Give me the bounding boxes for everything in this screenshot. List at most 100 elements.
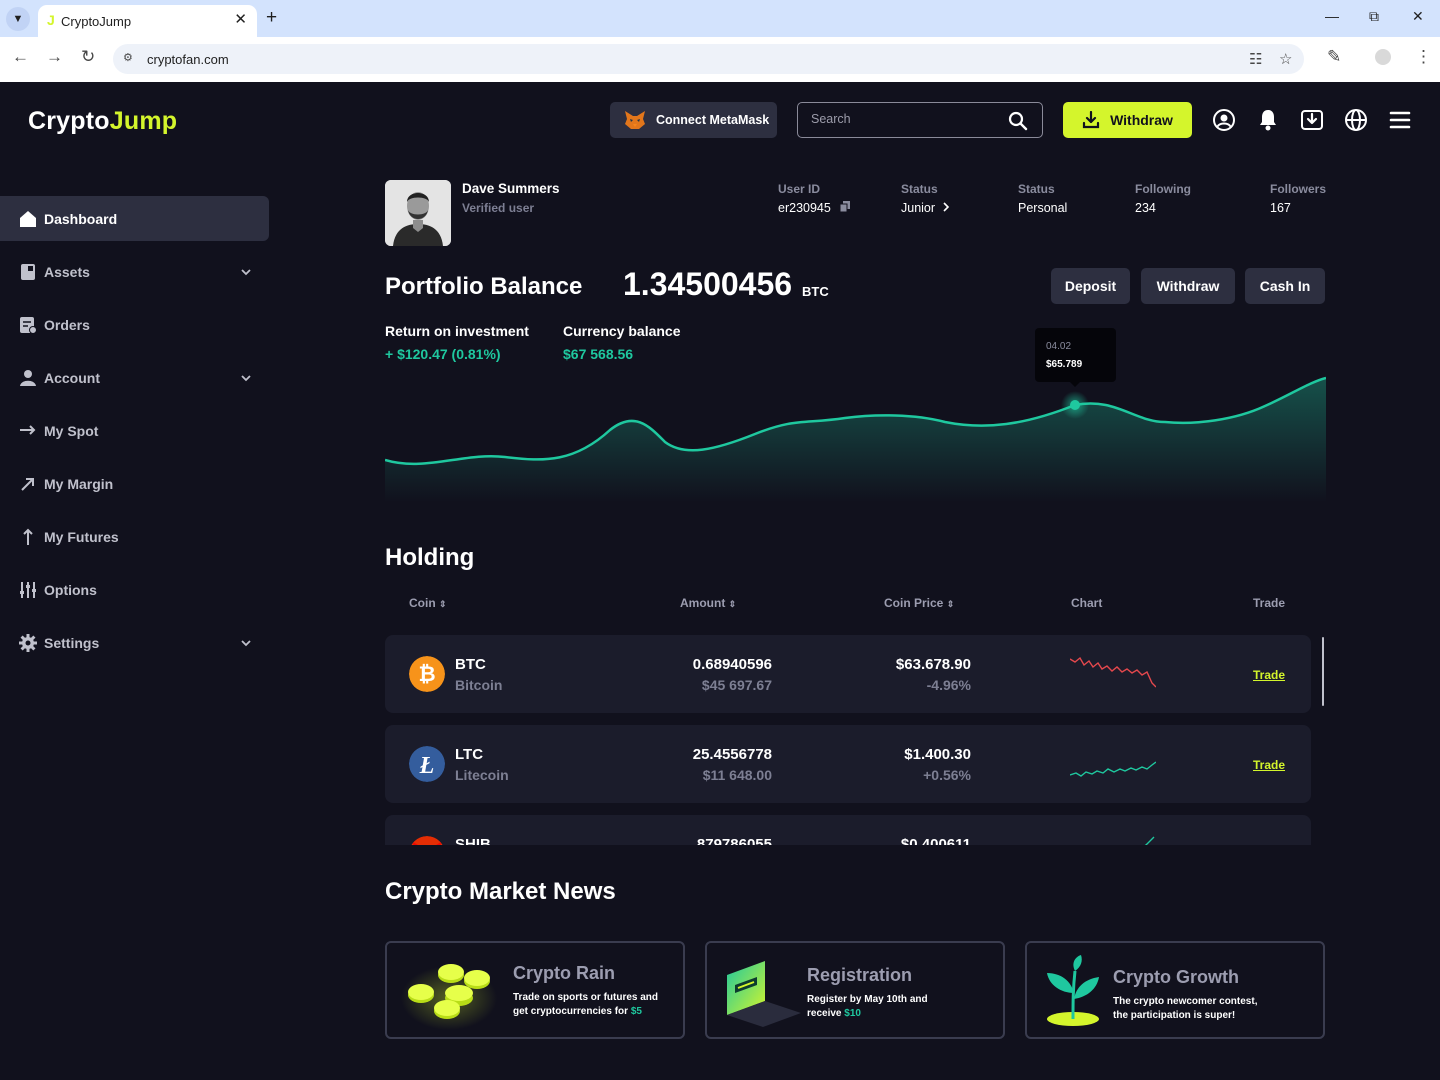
site-info-icon[interactable]: ⚙ xyxy=(123,51,133,64)
sidebar-item-settings[interactable]: Settings xyxy=(0,620,269,665)
browser-tab-bar: ▼ J CryptoJump ✕ + — ⧉ ✕ xyxy=(0,0,1440,37)
news-card-crypto-rain[interactable]: Crypto Rain Trade on sports or futures a… xyxy=(385,941,685,1039)
search-box[interactable] xyxy=(797,102,1043,138)
tooltip-date: 04.02 xyxy=(1046,341,1072,352)
new-tab-icon[interactable]: + xyxy=(266,7,277,29)
coin-price: $63.678.90 xyxy=(895,656,971,673)
tab-title: CryptoJump xyxy=(61,14,132,29)
news-card-crypto-growth[interactable]: Crypto Growth The crypto newcomer contes… xyxy=(1025,941,1325,1039)
profile-avatar-icon[interactable] xyxy=(1375,49,1391,65)
column-header-coin-price[interactable]: Coin Price ⇕ xyxy=(884,596,954,610)
sidebar-item-orders[interactable]: Orders xyxy=(0,302,269,347)
address-bar[interactable]: ⚙ cryptofan.com ☷ ☆ xyxy=(113,44,1304,74)
stat-label-followers: Followers xyxy=(1270,182,1327,196)
reload-icon[interactable]: ↻ xyxy=(81,47,95,67)
news-desc-line2: get cryptocurrencies for xyxy=(513,1006,629,1017)
chevron-down-icon[interactable] xyxy=(240,637,252,649)
restore-icon[interactable]: ⧉ xyxy=(1369,8,1379,25)
app-root: CryptoJump Connect MetaMask Withdraw xyxy=(0,82,1440,1080)
verified-label: Verified user xyxy=(462,201,535,215)
holding-table[interactable]: ₿ BTC Bitcoin 0.68940596 $45 697.67 $63.… xyxy=(385,635,1326,845)
table-row[interactable]: Ł LTC Litecoin 25.4556778 $11 648.00 $1.… xyxy=(385,725,1311,803)
news-card-title: Crypto Growth xyxy=(1113,967,1239,987)
trade-link[interactable]: Trade xyxy=(1253,668,1285,682)
tooltip-pointer xyxy=(1069,381,1081,387)
download-icon xyxy=(1082,111,1100,129)
coin-name: Bitcoin xyxy=(455,677,503,693)
chart-highlight-point[interactable] xyxy=(1070,400,1080,410)
stat-label-status: Status xyxy=(901,182,938,196)
url-text[interactable]: cryptofan.com xyxy=(147,52,229,67)
column-header-chart: Chart xyxy=(1071,596,1103,610)
chevron-down-icon[interactable] xyxy=(240,372,252,384)
trade-link[interactable]: Trade xyxy=(1253,758,1285,772)
extensions-icon[interactable]: ✎ xyxy=(1327,47,1341,67)
news-title: Crypto Market News xyxy=(385,878,616,905)
sidebar-item-my-futures[interactable]: My Futures xyxy=(0,514,269,559)
window-close-icon[interactable]: ✕ xyxy=(1412,8,1424,25)
sidebar-item-assets[interactable]: Assets xyxy=(0,249,269,294)
download-tray-icon[interactable] xyxy=(1300,108,1324,132)
sidebar-item-account[interactable]: Account xyxy=(0,355,269,400)
news-card-title: Registration xyxy=(807,965,913,985)
header-withdraw-button[interactable]: Withdraw xyxy=(1063,102,1192,138)
table-scrollbar[interactable] xyxy=(1322,637,1324,706)
sidebar-item-my-margin[interactable]: My Margin xyxy=(0,461,269,506)
browser-tab[interactable]: J CryptoJump ✕ xyxy=(38,5,257,37)
status-junior-link[interactable]: Junior xyxy=(901,201,950,215)
connect-metamask-button[interactable]: Connect MetaMask xyxy=(610,102,777,138)
translate-icon[interactable]: ☷ xyxy=(1249,50,1262,68)
user-name: Dave Summers xyxy=(462,181,560,196)
column-header-amount-text: Amount xyxy=(680,596,726,610)
notification-bell-icon[interactable] xyxy=(1256,108,1280,132)
column-header-price-text: Coin Price xyxy=(884,596,944,610)
user-profile-icon[interactable] xyxy=(1212,108,1236,132)
tab-search-chevron-icon[interactable]: ▼ xyxy=(6,7,30,31)
following-count: 234 xyxy=(1135,201,1156,215)
sidebar-item-label: My Margin xyxy=(44,475,114,492)
bookmark-star-icon[interactable]: ☆ xyxy=(1279,50,1292,68)
back-icon[interactable]: ← xyxy=(12,47,29,67)
news-card-desc: Trade on sports or futures and get crypt… xyxy=(513,991,658,1019)
sidebar-item-options[interactable]: Options xyxy=(0,567,269,612)
forward-icon[interactable]: → xyxy=(46,47,63,67)
copy-icon[interactable] xyxy=(839,201,851,213)
sidebar-item-label: Options xyxy=(44,581,97,598)
column-header-amount[interactable]: Amount ⇕ xyxy=(680,596,736,610)
column-header-coin[interactable]: Coin ⇕ xyxy=(409,596,447,610)
sidebar-item-dashboard[interactable]: Dashboard xyxy=(0,196,269,241)
sort-icon: ⇕ xyxy=(728,599,737,609)
chevron-down-icon[interactable] xyxy=(240,266,252,278)
column-header-coin-text: Coin xyxy=(409,596,436,610)
table-row[interactable]: SHIB 879786055 $0.400611 xyxy=(385,815,1311,845)
arrow-up-right-icon xyxy=(21,477,34,491)
brand-logo[interactable]: CryptoJump xyxy=(28,107,177,136)
tab-close-icon[interactable]: ✕ xyxy=(234,10,247,28)
deposit-button[interactable]: Deposit xyxy=(1051,268,1130,304)
minimize-icon[interactable]: — xyxy=(1325,8,1339,24)
shiba-inu-icon xyxy=(411,836,443,845)
status-personal-value: Personal xyxy=(1018,201,1068,215)
news-desc-line1: The crypto newcomer contest, xyxy=(1113,996,1258,1007)
search-input[interactable] xyxy=(811,112,1001,126)
table-row[interactable]: ₿ BTC Bitcoin 0.68940596 $45 697.67 $63.… xyxy=(385,635,1311,713)
header-withdraw-label: Withdraw xyxy=(1110,112,1173,128)
user-avatar[interactable] xyxy=(385,180,451,246)
stat-label-following: Following xyxy=(1135,182,1191,196)
withdraw-button[interactable]: Withdraw xyxy=(1141,268,1235,304)
coin-amount-usd: $45 697.67 xyxy=(701,677,772,693)
portfolio-chart[interactable] xyxy=(385,322,1326,502)
metamask-label: Connect MetaMask xyxy=(656,113,770,127)
hamburger-menu-icon[interactable] xyxy=(1388,108,1412,132)
sidebar-item-my-spot[interactable]: My Spot xyxy=(0,408,269,453)
coin-amount-usd: $11 648.00 xyxy=(702,767,772,783)
cash-in-button[interactable]: Cash In xyxy=(1245,268,1325,304)
sort-icon: ⇕ xyxy=(439,599,447,609)
coin-symbol: SHIB xyxy=(455,836,491,845)
portfolio-balance-value: 1.34500456 xyxy=(623,266,793,302)
search-icon[interactable] xyxy=(1008,111,1028,131)
tooltip-value: $65.789 xyxy=(1046,359,1083,370)
news-card-registration[interactable]: Registration Register by May 10th and re… xyxy=(705,941,1005,1039)
browser-menu-icon[interactable]: ⋮ xyxy=(1415,47,1432,67)
globe-language-icon[interactable] xyxy=(1344,108,1368,132)
